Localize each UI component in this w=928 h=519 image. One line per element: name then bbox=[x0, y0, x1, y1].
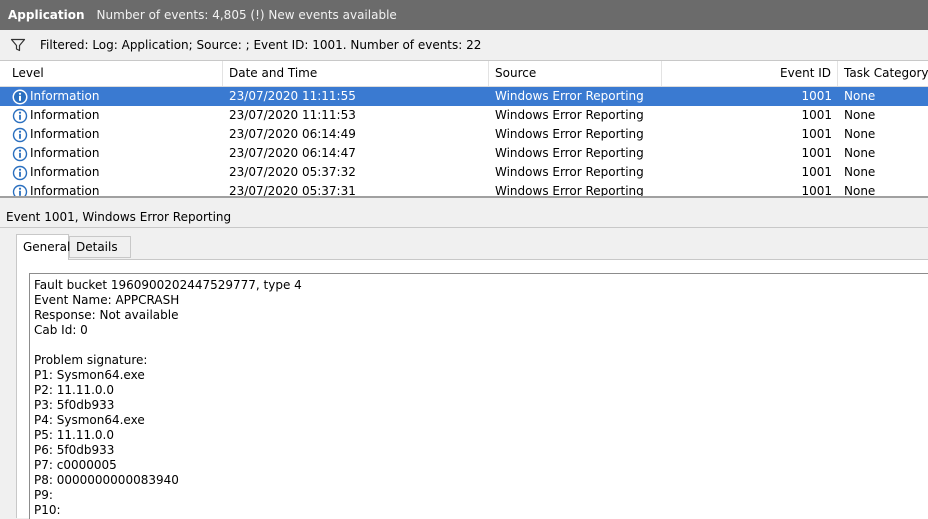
information-icon bbox=[12, 165, 28, 181]
general-tab-panel: Fault bucket 1960900202447529777, type 4… bbox=[16, 259, 928, 519]
task-category-cell: None bbox=[844, 89, 876, 103]
table-header: Level Date and Time Source Event ID Task… bbox=[0, 61, 928, 87]
table-row[interactable]: Information 23/07/2020 11:11:53 Windows … bbox=[0, 106, 928, 125]
event-id-cell: 1001 bbox=[801, 184, 832, 198]
description-line: P10: bbox=[34, 503, 61, 517]
date-cell: 23/07/2020 05:37:31 bbox=[229, 184, 356, 198]
event-id-cell: 1001 bbox=[801, 127, 832, 141]
event-count-status: Number of events: 4,805 (!) New events a… bbox=[96, 8, 397, 22]
level-cell: Information bbox=[12, 106, 222, 125]
event-id-cell: 1001 bbox=[801, 165, 832, 179]
date-cell: 23/07/2020 05:37:32 bbox=[229, 165, 356, 179]
description-line: P3: 5f0db933 bbox=[34, 398, 115, 412]
table-row[interactable]: Information 23/07/2020 06:14:47 Windows … bbox=[0, 144, 928, 163]
description-line: P8: 0000000000083940 bbox=[34, 473, 179, 487]
level-cell: Information bbox=[12, 87, 222, 106]
date-cell: 23/07/2020 11:11:55 bbox=[229, 89, 356, 103]
task-category-cell: None bbox=[844, 146, 876, 160]
description-line: P6: 5f0db933 bbox=[34, 443, 115, 457]
event-id-cell: 1001 bbox=[801, 108, 832, 122]
description-line: Response: Not available bbox=[34, 308, 179, 322]
source-cell: Windows Error Reporting bbox=[495, 127, 644, 141]
description-line: Event Name: APPCRASH bbox=[34, 293, 180, 307]
level-cell: Information bbox=[12, 163, 222, 182]
task-category-cell: None bbox=[844, 184, 876, 198]
log-header-bar: Application Number of events: 4,805 (!) … bbox=[0, 0, 928, 30]
level-label: Information bbox=[30, 127, 100, 141]
table-row[interactable]: Information 23/07/2020 06:14:49 Windows … bbox=[0, 125, 928, 144]
task-category-cell: None bbox=[844, 127, 876, 141]
date-cell: 23/07/2020 06:14:49 bbox=[229, 127, 356, 141]
filter-description: Filtered: Log: Application; Source: ; Ev… bbox=[40, 38, 482, 52]
level-label: Information bbox=[30, 89, 100, 103]
description-line: P9: bbox=[34, 488, 53, 502]
column-header-level[interactable]: Level bbox=[6, 61, 223, 86]
description-line: P7: c0000005 bbox=[34, 458, 117, 472]
description-line: P4: Sysmon64.exe bbox=[34, 413, 145, 427]
description-line: P1: Sysmon64.exe bbox=[34, 368, 145, 382]
description-line: Cab Id: 0 bbox=[34, 323, 88, 337]
log-name: Application bbox=[8, 8, 85, 22]
table-row[interactable]: Information 23/07/2020 05:37:32 Windows … bbox=[0, 163, 928, 182]
event-id-cell: 1001 bbox=[801, 89, 832, 103]
description-line: Problem signature: bbox=[34, 353, 148, 367]
level-cell: Information bbox=[12, 125, 222, 144]
level-cell: Information bbox=[12, 182, 222, 198]
column-header-source[interactable]: Source bbox=[489, 61, 662, 86]
level-label: Information bbox=[30, 184, 100, 198]
tab-details[interactable]: Details bbox=[69, 236, 131, 258]
source-cell: Windows Error Reporting bbox=[495, 184, 644, 198]
event-detail-title: Event 1001, Windows Error Reporting bbox=[0, 206, 928, 228]
source-cell: Windows Error Reporting bbox=[495, 89, 644, 103]
source-cell: Windows Error Reporting bbox=[495, 146, 644, 160]
level-label: Information bbox=[30, 165, 100, 179]
column-header-event-id[interactable]: Event ID bbox=[662, 61, 838, 86]
level-label: Information bbox=[30, 146, 100, 160]
level-label: Information bbox=[30, 108, 100, 122]
column-header-date[interactable]: Date and Time bbox=[223, 61, 489, 86]
information-icon bbox=[12, 184, 28, 196]
date-cell: 23/07/2020 06:14:47 bbox=[229, 146, 356, 160]
filter-bar: Filtered: Log: Application; Source: ; Ev… bbox=[0, 30, 928, 61]
information-icon bbox=[12, 146, 28, 162]
column-header-task-category[interactable]: Task Category bbox=[838, 61, 928, 86]
description-line: Fault bucket 1960900202447529777, type 4 bbox=[34, 278, 302, 292]
events-table: Level Date and Time Source Event ID Task… bbox=[0, 61, 928, 198]
task-category-cell: None bbox=[844, 165, 876, 179]
table-row[interactable]: Information 23/07/2020 05:37:31 Windows … bbox=[0, 182, 928, 198]
table-row[interactable]: Information 23/07/2020 11:11:55 Windows … bbox=[0, 87, 928, 106]
information-icon bbox=[12, 108, 28, 124]
description-line bbox=[34, 338, 928, 353]
source-cell: Windows Error Reporting bbox=[495, 165, 644, 179]
information-icon bbox=[12, 127, 28, 143]
date-cell: 23/07/2020 11:11:53 bbox=[229, 108, 356, 122]
source-cell: Windows Error Reporting bbox=[495, 108, 644, 122]
filter-icon bbox=[10, 37, 26, 53]
event-description-box[interactable]: Fault bucket 1960900202447529777, type 4… bbox=[29, 273, 928, 519]
information-icon bbox=[12, 89, 28, 105]
event-id-cell: 1001 bbox=[801, 146, 832, 160]
description-line: P5: 11.11.0.0 bbox=[34, 428, 114, 442]
task-category-cell: None bbox=[844, 108, 876, 122]
tab-general[interactable]: General bbox=[16, 234, 70, 260]
level-cell: Information bbox=[12, 144, 222, 163]
description-line: P2: 11.11.0.0 bbox=[34, 383, 114, 397]
